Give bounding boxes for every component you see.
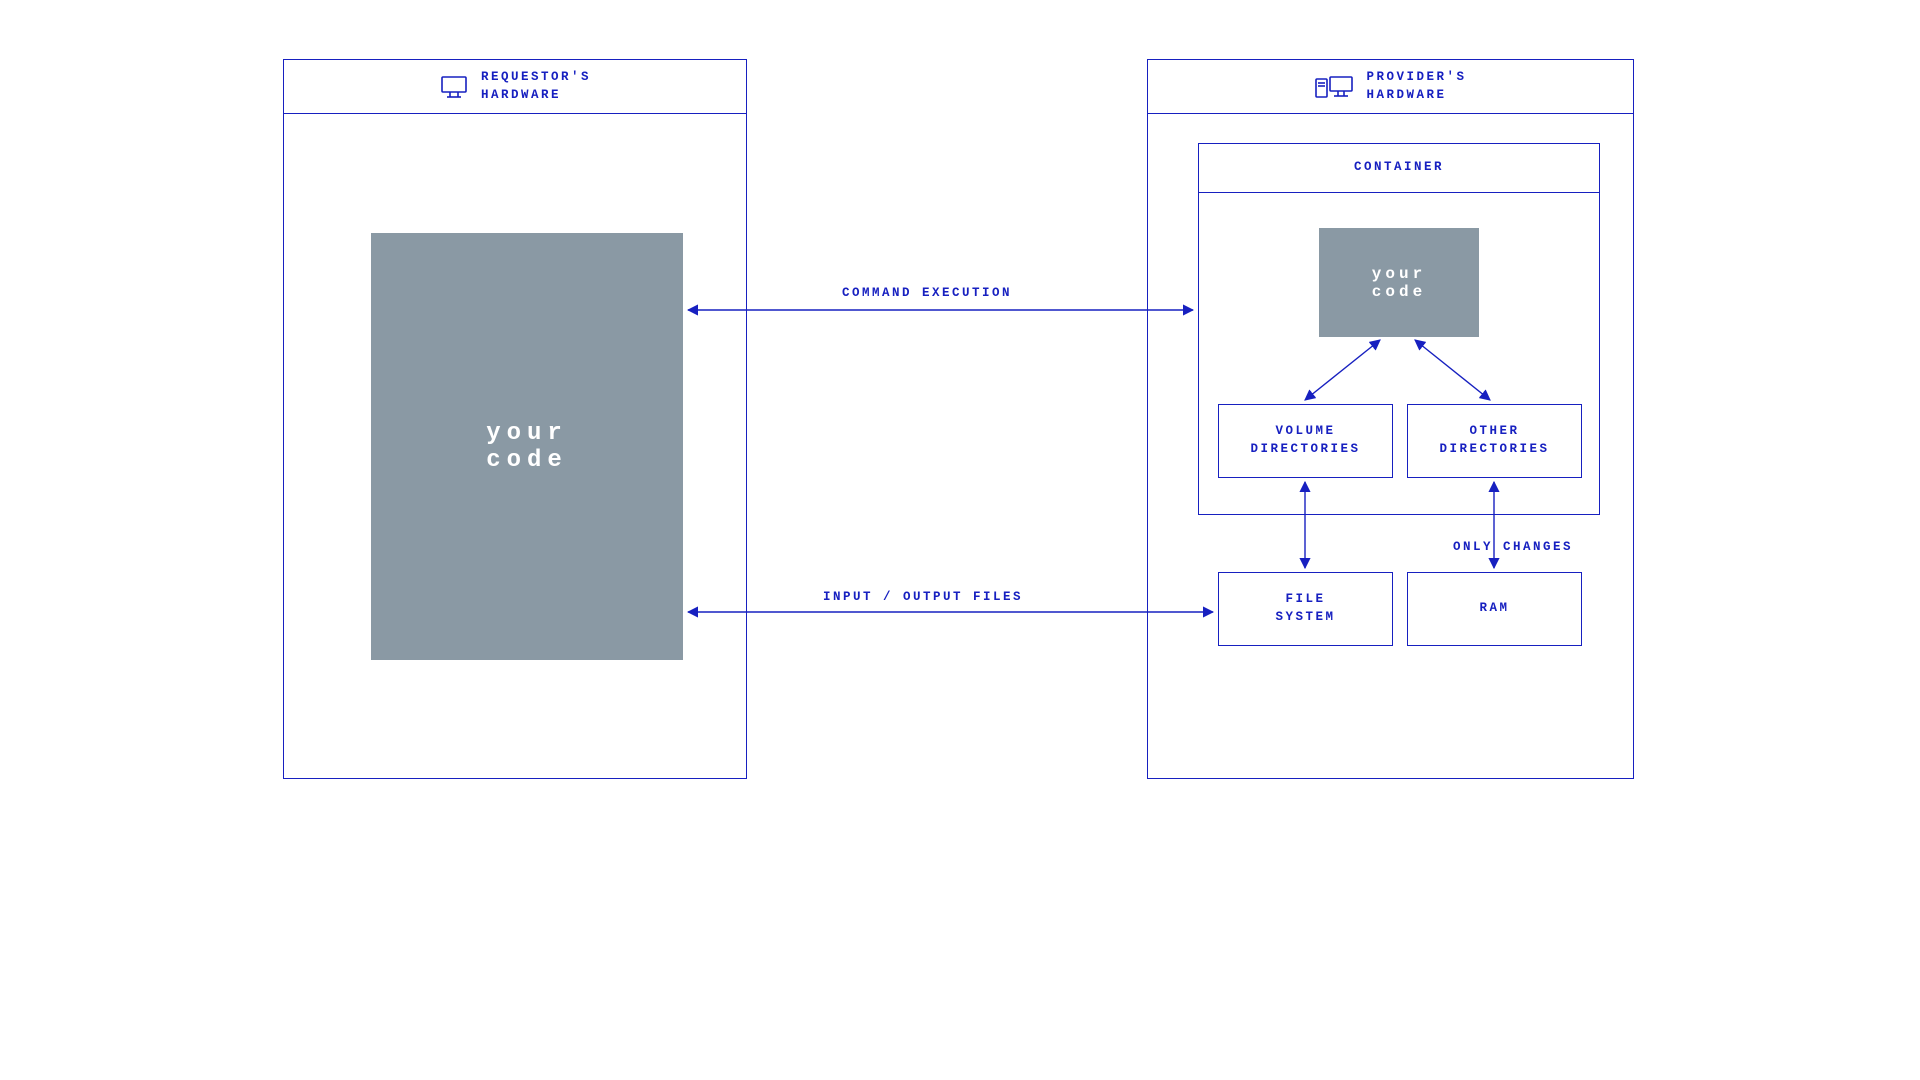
- provider-title-line2: HARDWARE: [1366, 88, 1466, 104]
- other-line1: OTHER: [1439, 424, 1549, 440]
- volume-line2: DIRECTORIES: [1250, 442, 1360, 458]
- requestor-code-line2: code: [486, 447, 568, 474]
- provider-title-line1: PROVIDER'S: [1366, 70, 1466, 86]
- architecture-diagram: REQUESTOR'S HARDWARE your code: [240, 0, 1680, 810]
- requestor-title-line2: HARDWARE: [481, 88, 591, 104]
- other-directories-box: OTHER DIRECTORIES: [1407, 404, 1582, 478]
- requestor-title-line1: REQUESTOR'S: [481, 70, 591, 86]
- container-header: CONTAINER: [1199, 144, 1599, 193]
- monitor-icon: [439, 74, 469, 100]
- volume-directories-box: VOLUME DIRECTORIES: [1218, 404, 1393, 478]
- requestor-header: REQUESTOR'S HARDWARE: [284, 60, 746, 114]
- container-code-block: your code: [1319, 228, 1479, 337]
- other-line2: DIRECTORIES: [1439, 442, 1549, 458]
- ram-label: RAM: [1479, 601, 1509, 617]
- ram-box: RAM: [1407, 572, 1582, 646]
- server-icon: [1314, 74, 1354, 100]
- container-title: CONTAINER: [1354, 160, 1444, 176]
- io-files-label: INPUT / OUTPUT FILES: [823, 590, 1023, 604]
- file-system-line2: SYSTEM: [1275, 610, 1335, 626]
- requestor-code-block: your code: [371, 233, 683, 660]
- file-system-box: FILE SYSTEM: [1218, 572, 1393, 646]
- file-system-line1: FILE: [1275, 592, 1335, 608]
- command-execution-label: COMMAND EXECUTION: [842, 286, 1012, 300]
- container-code-line2: code: [1372, 283, 1426, 301]
- requestor-code-line1: your: [486, 420, 568, 447]
- container-code-line1: your: [1372, 265, 1426, 283]
- volume-line1: VOLUME: [1250, 424, 1360, 440]
- only-changes-label: ONLY CHANGES: [1453, 540, 1573, 554]
- provider-header: PROVIDER'S HARDWARE: [1148, 60, 1633, 114]
